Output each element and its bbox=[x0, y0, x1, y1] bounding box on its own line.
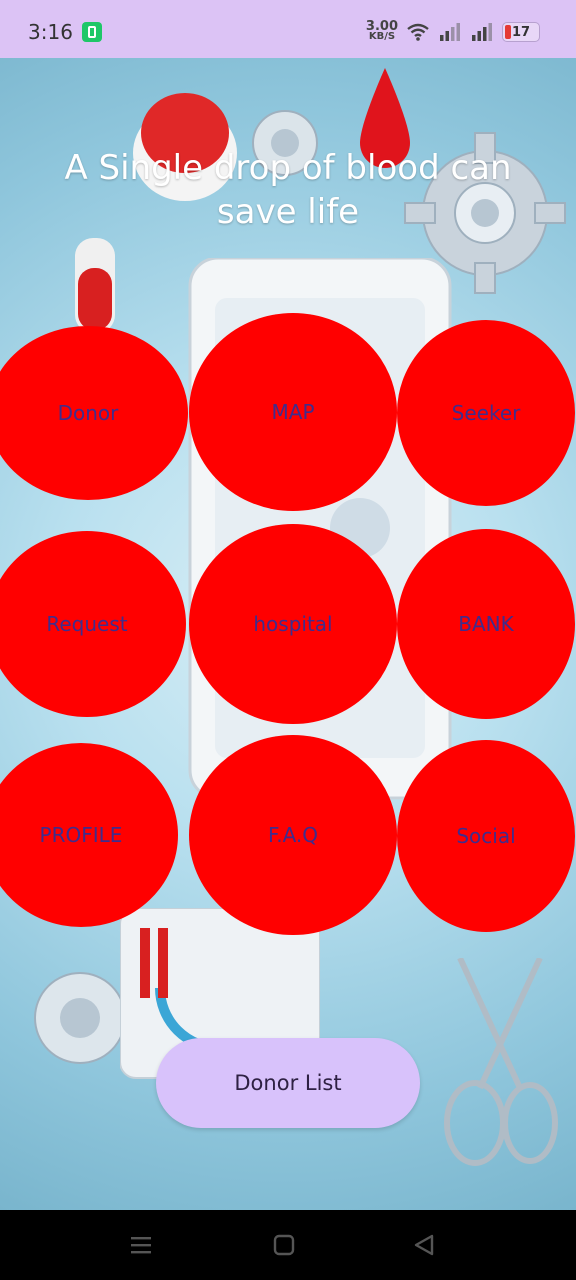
app-notification-icon bbox=[82, 22, 102, 42]
social-button[interactable]: Social bbox=[397, 740, 575, 932]
map-button[interactable]: MAP bbox=[189, 313, 397, 511]
status-time: 3:16 bbox=[28, 20, 73, 44]
status-bar: 3:16 3.00 KB/S 17 bbox=[0, 0, 576, 58]
signal-icon-1 bbox=[440, 23, 460, 41]
network-speed: 3.00 KB/S bbox=[366, 20, 398, 42]
request-button[interactable]: Request bbox=[0, 531, 186, 717]
battery-icon: 17 bbox=[502, 22, 540, 42]
network-speed-unit: KB/S bbox=[368, 31, 396, 42]
signal-icon-2 bbox=[472, 23, 492, 41]
home-icon[interactable] bbox=[273, 1234, 295, 1256]
background-illustration: A Single drop of blood can save life Don… bbox=[0, 58, 576, 1210]
hospital-button[interactable]: hospital bbox=[189, 524, 397, 724]
back-icon[interactable] bbox=[413, 1234, 435, 1256]
donor-list-button[interactable]: Donor List bbox=[156, 1038, 420, 1128]
bank-button[interactable]: BANK bbox=[397, 529, 575, 719]
tagline: A Single drop of blood can save life bbox=[64, 148, 512, 232]
donor-button[interactable]: Donor bbox=[0, 326, 188, 500]
battery-level: 17 bbox=[511, 24, 531, 40]
wifi-icon bbox=[407, 23, 429, 41]
menu-icon[interactable] bbox=[130, 1234, 152, 1256]
blood-vial-icon bbox=[75, 238, 115, 333]
faq-button[interactable]: F.A.Q bbox=[189, 735, 397, 935]
profile-button[interactable]: PROFILE bbox=[0, 743, 178, 927]
status-indicators: 3.00 KB/S 17 bbox=[366, 20, 540, 44]
scissors-icon bbox=[444, 958, 558, 1166]
system-navigation-bar bbox=[0, 1210, 576, 1280]
seeker-button[interactable]: Seeker bbox=[397, 320, 575, 506]
